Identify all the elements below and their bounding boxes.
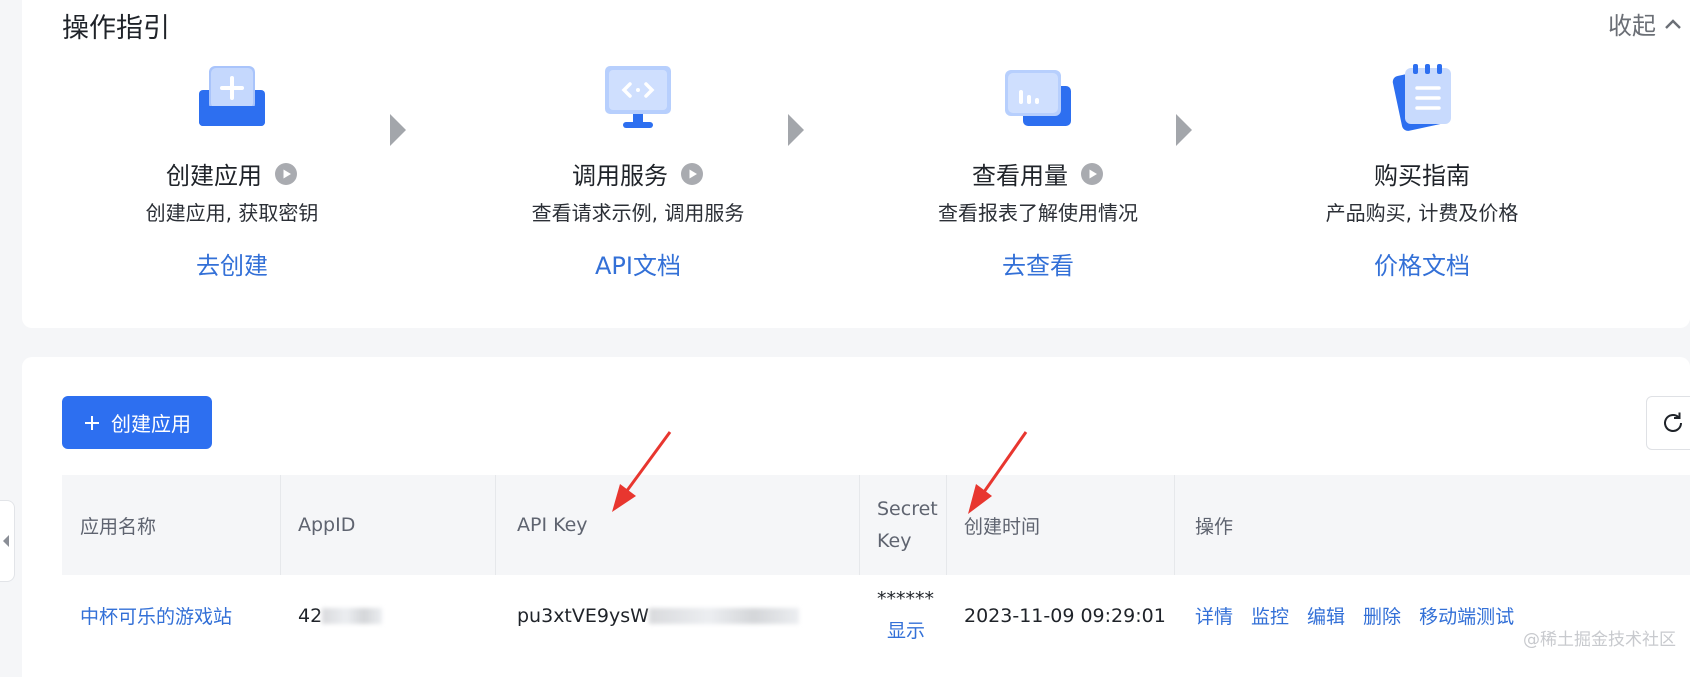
- column-divider: [946, 475, 947, 575]
- caret-left-icon: [3, 535, 9, 547]
- play-video-icon[interactable]: [274, 162, 298, 186]
- delete-link[interactable]: 删除: [1363, 602, 1401, 629]
- guide-title: 操作指引: [62, 13, 170, 44]
- go-view-link[interactable]: 去查看: [1002, 246, 1074, 281]
- column-divider: [1174, 475, 1175, 575]
- play-video-icon[interactable]: [1080, 162, 1104, 186]
- app-name-link[interactable]: 中杯可乐的游戏站: [80, 575, 232, 656]
- apps-table-header: 应用名称 AppID API Key Secret Key 创建时间 操作: [62, 475, 1690, 575]
- redacted-blur: [322, 607, 383, 624]
- chevron-up-icon: [1665, 18, 1681, 29]
- refresh-button[interactable]: [1646, 396, 1690, 450]
- column-app-name: 应用名称: [80, 515, 157, 538]
- column-divider: [859, 475, 860, 575]
- api-key-cell: pu3xtVE9ysW: [517, 575, 799, 656]
- go-create-link[interactable]: 去创建: [196, 246, 268, 281]
- step-name: 创建应用: [166, 162, 262, 190]
- create-app-button[interactable]: 创建应用: [62, 396, 212, 449]
- step-description: 创建应用, 获取密钥: [145, 201, 319, 225]
- secret-key-mask: ******: [877, 588, 934, 610]
- create-app-label: 创建应用: [111, 412, 191, 436]
- side-collapse-tab[interactable]: [0, 500, 15, 582]
- chevron-right-icon: [390, 114, 406, 146]
- annotation-arrow-secret-key: [968, 431, 1028, 514]
- play-video-icon[interactable]: [680, 162, 704, 186]
- monitor-code-icon: [605, 66, 671, 128]
- column-api-key: API Key: [517, 514, 588, 536]
- guide-step-purchase: 购买指南 产品购买, 计费及价格 价格文档: [1252, 60, 1592, 281]
- created-time-cell: 2023-11-09 09:29:01: [964, 604, 1166, 627]
- guide-step-usage: 查看用量 查看报表了解使用情况 去查看: [868, 60, 1208, 281]
- app-id-cell: 42: [298, 575, 383, 656]
- monitor-link[interactable]: 监控: [1251, 602, 1289, 629]
- edit-link[interactable]: 编辑: [1307, 602, 1345, 629]
- column-divider: [280, 475, 281, 575]
- step-name: 调用服务: [572, 162, 668, 190]
- mobile-test-link[interactable]: 移动端测试: [1419, 602, 1514, 629]
- usage-report-icon: [1005, 70, 1071, 126]
- step-description: 查看请求示例, 调用服务: [531, 201, 745, 225]
- column-app-id: AppID: [298, 514, 356, 536]
- step-description: 查看报表了解使用情况: [938, 201, 1138, 225]
- actions-cell: 详情 监控 编辑 删除 移动端测试: [1195, 575, 1514, 656]
- annotation-arrow-api-key: [612, 431, 672, 512]
- chevron-right-icon: [1176, 114, 1192, 146]
- redacted-blur: [648, 607, 799, 624]
- step-name: 查看用量: [972, 162, 1068, 190]
- refresh-icon: [1664, 412, 1682, 432]
- price-docs-link[interactable]: 价格文档: [1374, 246, 1470, 281]
- secret-key-cell: ****** 显示: [877, 575, 934, 656]
- step-name: 购买指南: [1374, 162, 1470, 190]
- guide-step-create: 创建应用 创建应用, 获取密钥 去创建: [62, 60, 402, 281]
- column-secret-key: Secret Key: [877, 498, 938, 552]
- api-docs-link[interactable]: API文档: [595, 246, 681, 281]
- create-app-icon: [199, 66, 265, 126]
- details-link[interactable]: 详情: [1195, 602, 1233, 629]
- column-actions: 操作: [1195, 515, 1234, 538]
- guide-step-call-service: 调用服务 查看请求示例, 调用服务 API文档: [468, 60, 808, 281]
- collapse-label: 收起: [1608, 12, 1656, 40]
- column-divider: [495, 475, 496, 575]
- watermark: @稀土掘金技术社区: [1523, 630, 1676, 650]
- app-id-value: 42: [298, 604, 323, 627]
- purchase-guide-icon: [1392, 64, 1451, 131]
- show-secret-link[interactable]: 显示: [877, 616, 925, 643]
- table-row: 中杯可乐的游戏站 42 pu3xtVE9ysW ****** 显示 2023-1…: [62, 575, 1690, 656]
- step-description: 产品购买, 计费及价格: [1325, 201, 1519, 225]
- collapse-button[interactable]: 收起: [1608, 6, 1682, 41]
- chevron-right-icon: [788, 114, 804, 146]
- plus-icon: [85, 415, 99, 430]
- api-key-value: pu3xtVE9ysW: [517, 604, 649, 627]
